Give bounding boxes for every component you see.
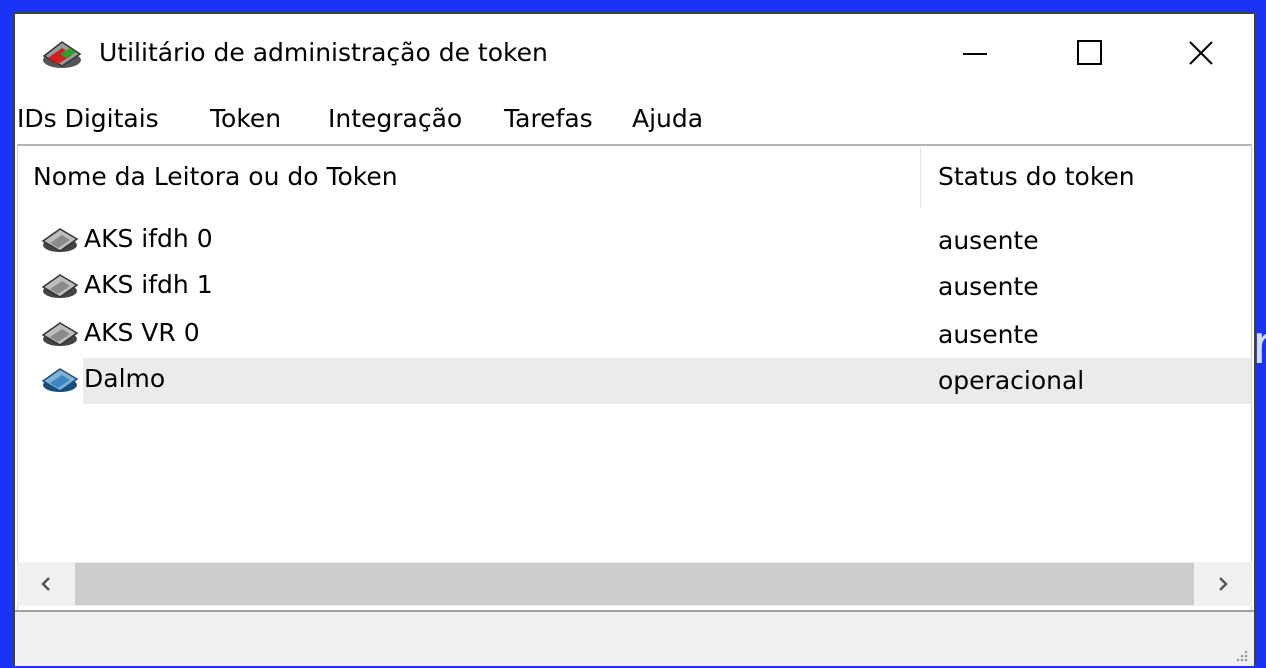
menu-integracao[interactable]: Integração bbox=[328, 102, 462, 136]
title-bar[interactable]: Utilitário de administração de token bbox=[15, 14, 1254, 96]
app-window: Utilitário de administração de token IDs… bbox=[13, 12, 1256, 666]
scroll-thumb[interactable] bbox=[75, 563, 1194, 605]
chevron-left-icon bbox=[41, 577, 50, 591]
row-status: ausente bbox=[938, 272, 1039, 301]
minimize-button[interactable] bbox=[935, 14, 1015, 92]
menu-ids-digitais[interactable]: IDs Digitais bbox=[17, 102, 159, 136]
list-row-aks-ifdh-0[interactable]: AKS ifdh 0 ausente bbox=[18, 218, 1251, 264]
column-header-status[interactable]: Status do token bbox=[938, 160, 1135, 194]
chevron-right-icon bbox=[1219, 577, 1228, 591]
reader-gray-icon bbox=[41, 274, 79, 298]
resize-grip-icon[interactable] bbox=[1232, 646, 1248, 662]
menu-bar: IDs Digitais Token Integração Tarefas Aj… bbox=[15, 98, 1254, 144]
status-bar bbox=[15, 610, 1254, 666]
list-row-aks-ifdh-1[interactable]: AKS ifdh 1 ausente bbox=[18, 264, 1251, 310]
menu-ajuda[interactable]: Ajuda bbox=[632, 102, 703, 136]
column-separator[interactable] bbox=[920, 148, 921, 208]
minimize-icon bbox=[963, 53, 987, 55]
scroll-right-button[interactable] bbox=[1194, 562, 1252, 606]
row-name: Dalmo bbox=[84, 364, 166, 393]
token-list-view[interactable]: Nome da Leitora ou do Token Status do to… bbox=[17, 144, 1252, 610]
row-name: AKS ifdh 0 bbox=[84, 224, 213, 253]
close-button[interactable] bbox=[1161, 14, 1241, 92]
menu-tarefas[interactable]: Tarefas bbox=[504, 102, 593, 136]
menu-token[interactable]: Token bbox=[210, 102, 281, 136]
column-header-name[interactable]: Nome da Leitora ou do Token bbox=[33, 160, 398, 194]
reader-gray-icon bbox=[41, 322, 79, 346]
list-row-aks-vr-0[interactable]: AKS VR 0 ausente bbox=[18, 312, 1251, 358]
row-status: ausente bbox=[938, 320, 1039, 349]
reader-gray-icon bbox=[41, 228, 79, 252]
close-icon bbox=[1189, 41, 1213, 65]
horizontal-scrollbar[interactable] bbox=[17, 562, 1252, 606]
row-status: operacional bbox=[938, 366, 1085, 395]
token-reader-app-icon bbox=[42, 41, 82, 68]
list-row-dalmo[interactable]: Dalmo operacional bbox=[18, 358, 1251, 404]
row-name: AKS ifdh 1 bbox=[84, 270, 213, 299]
row-name: AKS VR 0 bbox=[84, 318, 200, 347]
maximize-icon bbox=[1077, 40, 1102, 65]
maximize-button[interactable] bbox=[1050, 14, 1130, 92]
scroll-left-button[interactable] bbox=[17, 562, 75, 606]
row-status: ausente bbox=[938, 226, 1039, 255]
window-title: Utilitário de administração de token bbox=[99, 38, 548, 67]
reader-blue-icon bbox=[41, 368, 79, 392]
